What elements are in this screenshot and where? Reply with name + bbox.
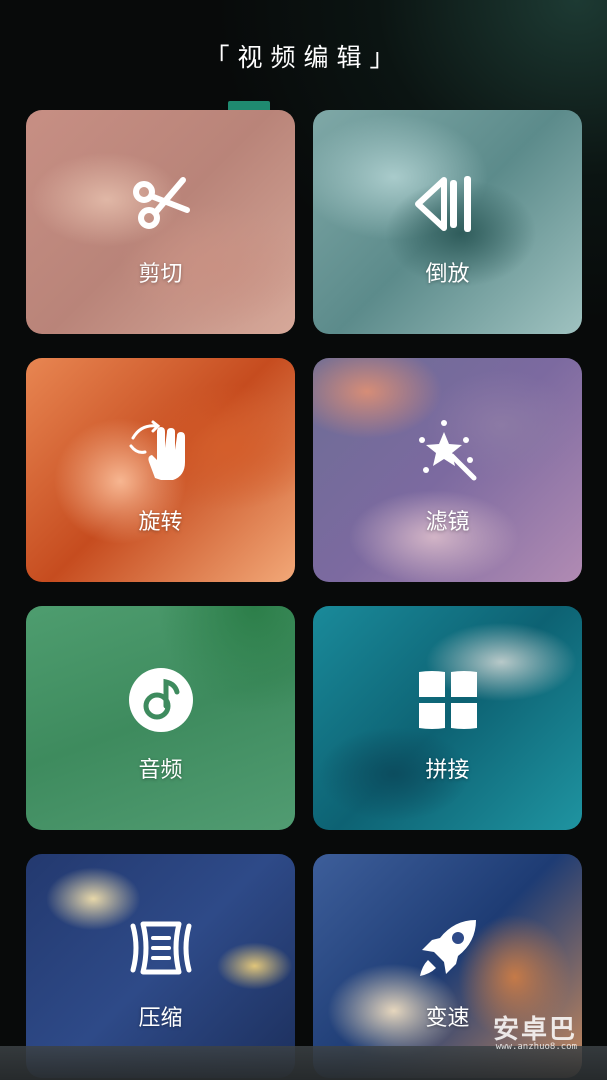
tool-rotate[interactable]: 旋转 [26,358,295,582]
rotate-hand-icon [127,418,195,486]
splice-grid-icon [414,666,482,734]
tool-reverse[interactable]: 倒放 [313,110,582,334]
tool-audio[interactable]: 音频 [26,606,295,830]
tool-label: 音频 [138,758,183,783]
page-title-text: 「视频编辑」 [204,43,403,72]
reverse-play-icon [414,170,482,238]
page-title: 「视频编辑」 [0,38,607,113]
watermark-logo: 安卓巴 [492,1015,577,1045]
tool-cut[interactable]: 剪切 [26,110,295,334]
tool-splice[interactable]: 拼接 [313,606,582,830]
tool-label: 剪切 [138,262,183,287]
compress-icon [127,914,195,982]
watermark-url: www.anzhuo8.com [495,1042,577,1052]
rocket-icon [414,914,482,982]
tool-filter[interactable]: 滤镜 [313,358,582,582]
tool-label: 拼接 [425,758,470,783]
magic-wand-icon [414,418,482,486]
tool-label: 旋转 [138,510,183,535]
scissors-icon [127,170,195,238]
tool-label: 压缩 [138,1006,183,1031]
tool-label: 倒放 [425,262,470,287]
tool-compress[interactable]: 压缩 [26,854,295,1078]
tool-label: 滤镜 [425,510,470,535]
music-note-icon [127,666,195,734]
